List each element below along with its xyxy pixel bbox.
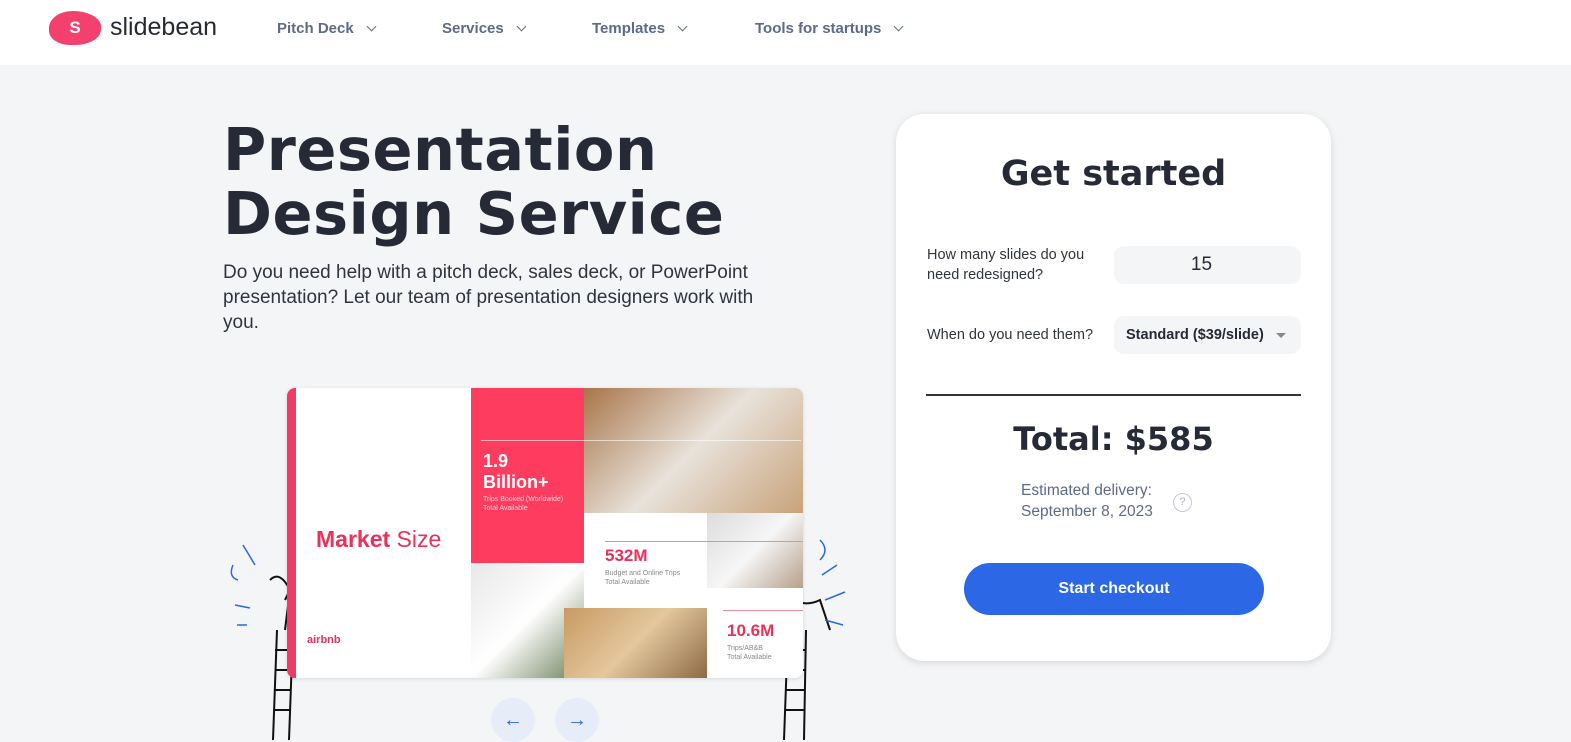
divider xyxy=(926,394,1301,396)
nav-label: Services xyxy=(442,20,504,37)
hero-subtitle: Do you need help with a pitch deck, sale… xyxy=(223,262,754,333)
chevron-down-icon xyxy=(893,21,904,32)
get-started-card: Get started How many slides do you need … xyxy=(896,114,1331,661)
chevron-down-icon xyxy=(366,21,377,32)
stat-box: 1.9 Billion+ Trips Booked (Worldwide) Tota… xyxy=(471,388,801,563)
slide-preview: Market Size airbnb 1.9 Billion+ Trips Boo… xyxy=(287,388,803,678)
delivery-speed-label: When do you need them? xyxy=(927,327,1094,343)
stat-532m: 532M xyxy=(605,546,648,565)
nav-label: Templates xyxy=(592,20,666,37)
nav-templates[interactable]: Templates xyxy=(592,20,688,37)
table-photo xyxy=(707,513,803,588)
help-icon[interactable]: ? xyxy=(1173,493,1192,512)
estimated-delivery: Estimated delivery: September 8, 2023 xyxy=(1021,482,1153,520)
delivery-speed-select[interactable]: Standard ($39/slide) xyxy=(1114,316,1301,354)
nav-label: Tools for startups xyxy=(755,20,882,37)
dropdown-caret-icon xyxy=(1275,332,1286,338)
stat-10m: 10.6M xyxy=(727,621,775,640)
slides-count-input[interactable]: 15 xyxy=(1114,246,1301,284)
slide-accent-bar xyxy=(287,388,296,678)
kitchen-photo xyxy=(584,388,803,513)
dining-photo xyxy=(564,608,707,678)
nav-pitch-deck[interactable]: Pitch Deck xyxy=(277,20,377,37)
start-checkout-button[interactable]: Start checkout xyxy=(964,563,1264,615)
card-title: Get started xyxy=(1000,154,1227,194)
carousel-next-button[interactable]: → xyxy=(555,698,599,742)
logo-text[interactable]: slidebean xyxy=(110,13,217,42)
total-price: Total: $585 xyxy=(1013,420,1214,458)
slide-title: Market Size xyxy=(316,526,442,552)
airbnb-logo: airbnb xyxy=(307,634,341,646)
page-title: Presentation Design Service xyxy=(223,115,725,248)
nav-label: Pitch Deck xyxy=(277,20,354,37)
chevron-down-icon xyxy=(677,21,688,32)
chevron-down-icon xyxy=(516,21,527,32)
slidebean-logo-icon[interactable]: S xyxy=(49,11,101,45)
nav-services[interactable]: Services xyxy=(442,20,527,37)
carousel-prev-button[interactable]: ← xyxy=(491,698,535,742)
nav-tools[interactable]: Tools for startups xyxy=(755,20,904,37)
slides-count-label: How many slides do you need redesigned? xyxy=(927,247,1085,283)
top-nav: S slidebean Pitch Deck Services Template… xyxy=(0,0,1571,65)
